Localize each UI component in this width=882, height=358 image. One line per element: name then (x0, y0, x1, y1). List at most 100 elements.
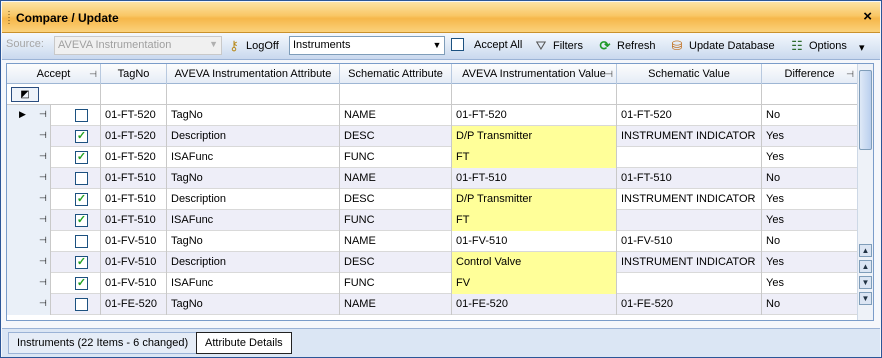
difference-cell[interactable]: No (762, 168, 858, 189)
schematic-attribute-cell[interactable]: NAME (340, 105, 452, 126)
scroll-down-icon[interactable]: ▼ (859, 276, 872, 289)
row-selector[interactable]: ⊣ (7, 189, 51, 210)
column-header-tagno[interactable]: TagNo (101, 64, 167, 84)
attribute-cell[interactable]: Description (167, 252, 340, 273)
pin-icon[interactable]: ⊣ (39, 277, 47, 288)
value-cell[interactable]: 01-FE-520 (452, 294, 617, 315)
schematic-value-cell[interactable] (617, 210, 762, 231)
accept-checkbox[interactable]: ✓ (75, 256, 88, 269)
vertical-scrollbar[interactable]: ▲ ▲ ▼ ▼ (857, 64, 873, 320)
accept-checkbox[interactable]: ✓ (75, 214, 88, 227)
value-cell[interactable]: 01-FT-510 (452, 168, 617, 189)
pin-icon[interactable]: ⊣ (39, 130, 47, 141)
value-cell[interactable]: 01-FV-510 (452, 231, 617, 252)
instruments-select[interactable]: Instruments ▼ (289, 36, 445, 55)
schematic-value-cell[interactable]: INSTRUMENT INDICATOR (617, 252, 762, 273)
accept-checkbox[interactable]: ✓ (75, 193, 88, 206)
schematic-value-cell[interactable]: INSTRUMENT INDICATOR (617, 189, 762, 210)
tagno-cell[interactable]: 01-FE-520 (101, 294, 167, 315)
accept-checkbox[interactable] (75, 109, 88, 122)
scroll-up-icon[interactable]: ▲ (859, 260, 872, 273)
difference-cell[interactable]: Yes (762, 210, 858, 231)
schematic-value-cell[interactable] (617, 147, 762, 168)
drag-grip-icon[interactable] (8, 10, 10, 24)
tagno-cell[interactable]: 01-FT-510 (101, 189, 167, 210)
pin-icon[interactable]: ⊣ (39, 235, 47, 246)
tagno-cell[interactable]: 01-FT-510 (101, 210, 167, 231)
table-row[interactable]: ⊣ ✓ 01-FT-510 ISAFunc FUNC FT Yes (7, 210, 858, 231)
attribute-cell[interactable]: TagNo (167, 294, 340, 315)
checkbox-icon[interactable] (451, 38, 464, 51)
difference-cell[interactable]: Yes (762, 252, 858, 273)
row-selector[interactable]: ⊣ (7, 252, 51, 273)
attribute-cell[interactable]: ISAFunc (167, 147, 340, 168)
scroll-bottom-icon[interactable]: ▼ (859, 292, 872, 305)
row-selector[interactable]: ⊣ (7, 168, 51, 189)
table-row[interactable]: ⊣ ✓ 01-FT-520 ISAFunc FUNC FT Yes (7, 147, 858, 168)
tagno-cell[interactable]: 01-FV-510 (101, 231, 167, 252)
pin-icon[interactable]: ⊣ (39, 109, 47, 120)
difference-cell[interactable]: Yes (762, 273, 858, 294)
table-row[interactable]: ⊣ ✓ 01-FT-510 Description DESC D/P Transmitte… (7, 189, 858, 210)
schematic-attribute-cell[interactable]: FUNC (340, 273, 452, 294)
value-cell[interactable]: FT (452, 210, 617, 231)
attribute-cell[interactable]: Description (167, 189, 340, 210)
options-button[interactable]: ☷ Options (789, 38, 847, 54)
pin-icon[interactable]: ⊣ (605, 64, 613, 84)
difference-cell[interactable]: No (762, 294, 858, 315)
schematic-attribute-cell[interactable]: DESC (340, 252, 452, 273)
column-header-accept[interactable]: Accept ⊣ (7, 64, 101, 84)
schematic-attribute-cell[interactable]: DESC (340, 126, 452, 147)
pin-icon[interactable]: ⊣ (39, 193, 47, 204)
difference-cell[interactable]: Yes (762, 189, 858, 210)
filter-cell[interactable] (340, 84, 452, 105)
schematic-value-cell[interactable]: 01-FT-510 (617, 168, 762, 189)
accept-checkbox[interactable] (75, 298, 88, 311)
accept-checkbox[interactable] (75, 172, 88, 185)
schematic-value-cell[interactable]: INSTRUMENT INDICATOR (617, 126, 762, 147)
tagno-cell[interactable]: 01-FV-510 (101, 273, 167, 294)
refresh-button[interactable]: ⟳ Refresh (597, 38, 656, 54)
accept-checkbox[interactable]: ✓ (75, 151, 88, 164)
toolbar-overflow-icon[interactable]: ▾ (859, 41, 865, 54)
schematic-attribute-cell[interactable]: NAME (340, 231, 452, 252)
table-row[interactable]: ▶ ⊣ 01-FT-520 TagNo NAME 01-FT-520 01-FT-520 No (7, 105, 858, 126)
schematic-attribute-cell[interactable]: FUNC (340, 210, 452, 231)
tab-instruments[interactable]: Instruments (22 Items - 6 changed) (8, 332, 198, 354)
pin-icon[interactable]: ⊣ (39, 298, 47, 309)
attribute-cell[interactable]: TagNo (167, 105, 340, 126)
tagno-cell[interactable]: 01-FT-520 (101, 126, 167, 147)
attribute-cell[interactable]: TagNo (167, 168, 340, 189)
attribute-cell[interactable]: TagNo (167, 231, 340, 252)
filter-cell[interactable] (167, 84, 340, 105)
filter-cell[interactable] (101, 84, 167, 105)
attribute-cell[interactable]: Description (167, 126, 340, 147)
tagno-cell[interactable]: 01-FT-510 (101, 168, 167, 189)
tab-attribute-details[interactable]: Attribute Details (196, 332, 292, 354)
row-selector[interactable]: ⊣ (7, 147, 51, 168)
filters-button[interactable]: ⛛ Filters (533, 38, 583, 54)
row-selector[interactable]: ⊣ (7, 210, 51, 231)
filter-cell[interactable] (51, 84, 101, 105)
pin-icon[interactable]: ⊣ (89, 64, 97, 84)
close-icon[interactable]: × (863, 8, 872, 25)
value-cell[interactable]: D/P Transmitter (452, 126, 617, 147)
tagno-cell[interactable]: 01-FT-520 (101, 105, 167, 126)
filter-edit-icon[interactable]: ◩ (11, 87, 39, 102)
difference-cell[interactable]: Yes (762, 147, 858, 168)
accept-checkbox[interactable] (75, 235, 88, 248)
tagno-cell[interactable]: 01-FV-510 (101, 252, 167, 273)
column-header-difference[interactable]: Difference ⊣ (762, 64, 858, 84)
row-selector[interactable]: ⊣ (7, 231, 51, 252)
filter-cell[interactable] (617, 84, 762, 105)
column-header-schematic-value[interactable]: Schematic Value (617, 64, 762, 84)
pin-icon[interactable]: ⊣ (846, 64, 854, 84)
filter-cell[interactable] (762, 84, 858, 105)
pin-icon[interactable]: ⊣ (39, 172, 47, 183)
update-database-button[interactable]: ⛁ Update Database (669, 38, 775, 54)
value-cell[interactable]: FV (452, 273, 617, 294)
difference-cell[interactable]: No (762, 231, 858, 252)
schematic-value-cell[interactable]: 01-FT-520 (617, 105, 762, 126)
column-header-schematic-attribute[interactable]: Schematic Attribute (340, 64, 452, 84)
scroll-top-icon[interactable]: ▲ (859, 244, 872, 257)
